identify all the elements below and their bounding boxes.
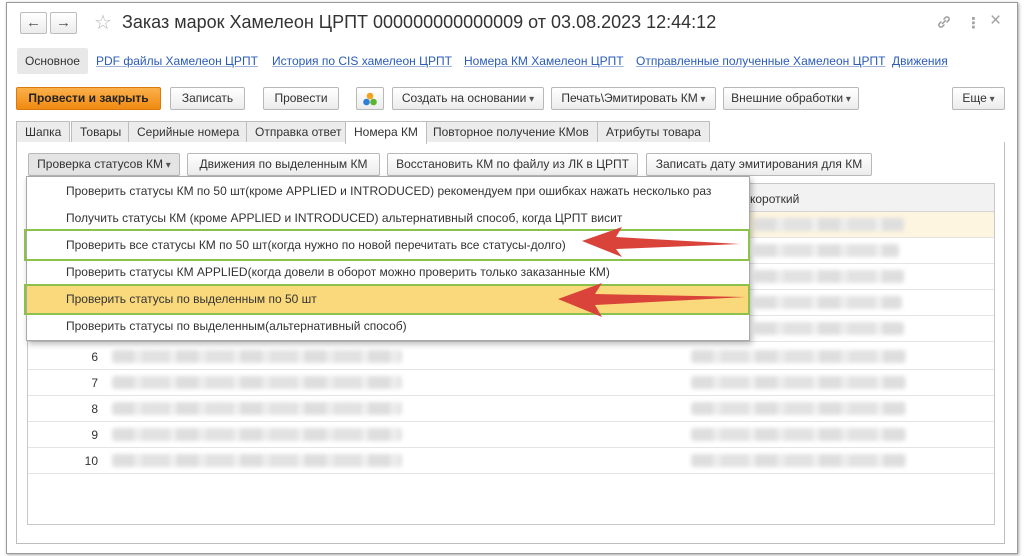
row-number: 7 — [91, 376, 98, 390]
tab-product-attributes[interactable]: Атрибуты товара — [597, 121, 710, 143]
section-main[interactable]: Основное — [17, 48, 88, 74]
table-row[interactable]: 10 — [28, 448, 994, 474]
arrow-left-icon: ← — [26, 14, 41, 31]
row-number: 6 — [91, 350, 98, 364]
row-number: 10 — [84, 454, 98, 468]
favorite-star-icon[interactable]: ☆ — [94, 10, 112, 35]
tab-goods[interactable]: Товары — [71, 121, 131, 143]
movements-selected-button[interactable]: Движения по выделенным КМ — [187, 153, 380, 176]
forward-button[interactable]: → — [50, 12, 77, 34]
close-icon[interactable]: × — [990, 10, 1001, 32]
more-button[interactable]: Еще — [952, 87, 1005, 110]
link-icon[interactable] — [936, 14, 952, 34]
row-number: 8 — [91, 402, 98, 416]
section-link-pdf[interactable]: PDF файлы Хамелеон ЦРПТ — [96, 54, 258, 68]
table-row[interactable]: 9 — [28, 422, 994, 448]
arrow-right-icon: → — [56, 14, 71, 31]
create-based-on-button[interactable]: Создать на основании — [392, 87, 544, 110]
annotation-arrow-2 — [558, 283, 746, 317]
post-and-close-button[interactable]: Провести и закрыть — [16, 87, 161, 110]
structure-icon — [363, 92, 377, 106]
print-emit-button[interactable]: Печать\Эмитировать КМ — [551, 87, 716, 110]
save-button[interactable]: Записать — [170, 87, 245, 110]
restore-km-button[interactable]: Восстановить КМ по файлу из ЛК в ЦРПТ — [387, 153, 638, 176]
row-number: 9 — [91, 428, 98, 442]
post-button[interactable]: Провести — [263, 87, 339, 110]
tab-km-numbers[interactable]: Номера КМ — [345, 121, 427, 144]
annotation-arrow-1 — [582, 227, 740, 257]
more-menu-icon[interactable]: ⋮ — [966, 14, 981, 32]
menu-item-check-50[interactable]: Проверить статусы КМ по 50 шт(кроме APPL… — [27, 178, 749, 205]
structure-button[interactable] — [356, 87, 384, 110]
back-button[interactable]: ← — [20, 12, 47, 34]
section-link-movements[interactable]: Движения — [892, 54, 948, 68]
table-row[interactable]: 6 — [28, 344, 994, 370]
table-row[interactable]: 8 — [28, 396, 994, 422]
external-processing-button[interactable]: Внешние обработки — [723, 87, 859, 110]
tab-header[interactable]: Шапка — [16, 121, 71, 143]
column-header-short: короткий — [750, 192, 800, 206]
tab-repeat-km[interactable]: Повторное получение КМов — [424, 121, 598, 143]
section-link-sent-received[interactable]: Отправленные полученные Хамелеон ЦРПТ — [636, 54, 885, 68]
write-emission-date-button[interactable]: Записать дату эмитирования для КМ — [646, 153, 872, 176]
check-statuses-button[interactable]: Проверка статусов КМ — [28, 153, 180, 176]
table-row[interactable]: 7 — [28, 370, 994, 396]
section-link-cis-history[interactable]: История по CIS хамелеон ЦРПТ — [272, 54, 452, 68]
tab-send-response[interactable]: Отправка ответ — [246, 121, 351, 143]
section-link-km-numbers[interactable]: Номера КМ Хамелеон ЦРПТ — [464, 54, 624, 68]
tab-serial-numbers[interactable]: Серийные номера — [128, 121, 249, 143]
window-title: Заказ марок Хамелеон ЦРПТ 00000000000000… — [122, 12, 717, 32]
